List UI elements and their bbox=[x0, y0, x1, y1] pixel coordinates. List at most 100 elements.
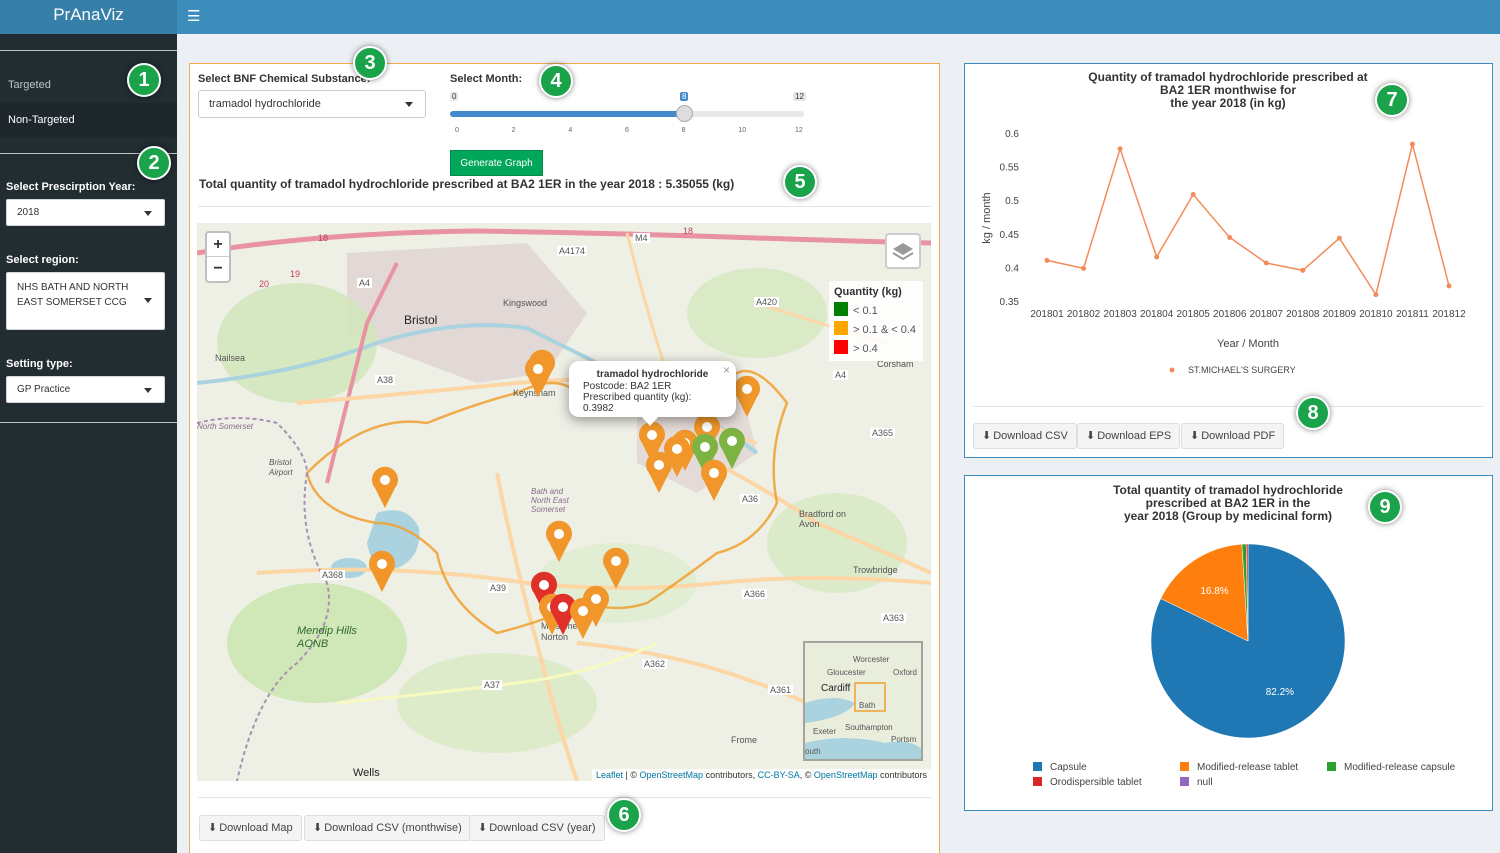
data-point[interactable] bbox=[1154, 254, 1160, 260]
data-point[interactable] bbox=[1409, 141, 1415, 147]
substance-select-value: tramadol hydrochloride bbox=[209, 98, 321, 110]
minimap-label: Cardiff bbox=[821, 683, 851, 694]
chevron-down-icon bbox=[405, 102, 413, 107]
data-point[interactable] bbox=[1336, 235, 1342, 241]
title-line: year 2018 (Group by medicinal form) bbox=[1123, 509, 1333, 523]
legend-swatch bbox=[834, 340, 848, 354]
region-select[interactable]: NHS BATH AND NORTH EAST SOMERSET CCG bbox=[6, 272, 165, 330]
legend-item[interactable]: null bbox=[1180, 777, 1213, 788]
y-tick-label: 0.6 bbox=[1005, 129, 1019, 140]
sidebar-item-non-targeted[interactable]: Non-Targeted bbox=[0, 103, 177, 137]
attribution-text: , © bbox=[799, 770, 814, 780]
leaflet-link[interactable]: Leaflet bbox=[596, 770, 623, 780]
legend-item: > 0.4 bbox=[834, 340, 918, 359]
y-tick-label: 0.45 bbox=[1000, 230, 1020, 241]
x-tick-label: 201807 bbox=[1250, 309, 1284, 320]
map-marker bbox=[719, 427, 745, 469]
layers-button[interactable] bbox=[885, 233, 921, 269]
legend-marker bbox=[1169, 367, 1175, 373]
step-badge: 8 bbox=[1296, 396, 1330, 430]
osm-link[interactable]: OpenStreetMap bbox=[640, 770, 704, 780]
minimap[interactable]: Worcester Gloucester Oxford Cardiff Bath… bbox=[803, 641, 923, 761]
download-icon: ⬇ bbox=[313, 822, 323, 834]
data-point[interactable] bbox=[1117, 146, 1123, 152]
map-marker bbox=[546, 520, 572, 562]
y-tick-label: 0.5 bbox=[1005, 196, 1019, 207]
map-marker bbox=[603, 547, 629, 589]
slider-tick-label: 2 bbox=[511, 127, 516, 134]
download-csv-year-button[interactable]: ⬇ Download CSV (year) bbox=[469, 815, 605, 841]
year-select[interactable]: 2018 bbox=[6, 199, 165, 226]
button-label: Download EPS bbox=[1097, 430, 1172, 442]
x-tick-label: 201801 bbox=[1030, 309, 1064, 320]
osm-link[interactable]: OpenStreetMap bbox=[814, 770, 878, 780]
slider-tick-label: 10 bbox=[738, 127, 747, 134]
data-point[interactable] bbox=[1300, 267, 1306, 273]
legend-label: Capsule bbox=[1050, 762, 1087, 773]
data-point[interactable] bbox=[1044, 257, 1050, 263]
chevron-down-icon bbox=[144, 211, 152, 216]
data-point[interactable] bbox=[1081, 265, 1087, 271]
minimap-label: Portsm bbox=[891, 735, 917, 744]
map-attribution: Leaflet | © OpenStreetMap contributors , … bbox=[592, 769, 931, 781]
title-line: the year 2018 (in kg) bbox=[1170, 96, 1286, 110]
legend-label: < 0.1 bbox=[853, 305, 878, 317]
button-label: Download PDF bbox=[1201, 430, 1276, 442]
slider-max-label: 12 bbox=[793, 92, 806, 101]
download-icon: ⬇ bbox=[982, 430, 992, 442]
y-tick-label: 0.4 bbox=[1005, 263, 1019, 274]
generate-graph-button[interactable]: Generate Graph bbox=[450, 150, 543, 176]
top-navbar: ☰ bbox=[177, 0, 1500, 34]
attribution-text: | © bbox=[623, 770, 640, 780]
app-logo[interactable]: PrAnaViz bbox=[0, 0, 177, 34]
map-marker bbox=[734, 375, 760, 417]
legend-swatch bbox=[1327, 762, 1336, 771]
data-point[interactable] bbox=[1263, 260, 1269, 266]
legend-swatch bbox=[1033, 762, 1042, 771]
popup-close-button[interactable]: × bbox=[723, 363, 730, 377]
slider-value-label: 8 bbox=[680, 92, 689, 101]
button-label: Download CSV bbox=[993, 430, 1068, 442]
download-icon: ⬇ bbox=[1086, 430, 1096, 442]
data-point[interactable] bbox=[1446, 283, 1452, 289]
legend-item[interactable]: Modified-release capsule bbox=[1327, 762, 1455, 773]
legend-item[interactable]: Modified-release tablet bbox=[1180, 762, 1298, 773]
legend-item[interactable]: Orodispersible tablet bbox=[1033, 777, 1142, 788]
popup-title: tramadol hydrochloride bbox=[596, 369, 709, 380]
ccby-link[interactable]: CC-BY-SA bbox=[758, 770, 800, 780]
slider-fill bbox=[450, 111, 684, 117]
minimap-label: Oxford bbox=[893, 668, 918, 677]
menu-toggle-icon[interactable]: ☰ bbox=[187, 7, 200, 25]
substance-select[interactable]: tramadol hydrochloride bbox=[198, 90, 426, 118]
divider bbox=[198, 797, 931, 798]
data-point[interactable] bbox=[1373, 292, 1379, 298]
zoom-out-button[interactable]: − bbox=[207, 257, 229, 281]
legend-label[interactable]: ST.MICHAEL'S SURGERY bbox=[1188, 365, 1296, 375]
download-pdf-button[interactable]: ⬇ Download PDF bbox=[1181, 423, 1285, 449]
slider-handle[interactable] bbox=[676, 105, 693, 122]
download-csv-button[interactable]: ⬇ Download CSV bbox=[973, 423, 1077, 449]
setting-label: Setting type: bbox=[6, 358, 73, 370]
step-badge: 3 bbox=[353, 46, 387, 80]
x-tick-label: 201806 bbox=[1213, 309, 1247, 320]
zoom-in-button[interactable]: + bbox=[207, 233, 229, 257]
download-eps-button[interactable]: ⬇ Download EPS bbox=[1077, 423, 1181, 449]
step-badge: 6 bbox=[607, 798, 641, 832]
data-point[interactable] bbox=[1190, 191, 1196, 197]
map[interactable]: Bristol Nailsea Kingswood Keynsham Corsh… bbox=[197, 223, 931, 781]
step-badge: 2 bbox=[137, 146, 171, 180]
line-chart: 0.60.550.50.450.40.35201801 201802 201803 2… bbox=[981, 129, 1466, 375]
month-slider[interactable]: 0 12 8 0 2 4 6 8 10 12 bbox=[450, 90, 806, 140]
download-csv-monthwise-button[interactable]: ⬇ Download CSV (monthwise) bbox=[304, 815, 471, 841]
attribution-text: contributors, bbox=[703, 770, 758, 780]
setting-select[interactable]: GP Practice bbox=[6, 376, 165, 403]
data-point[interactable] bbox=[1227, 234, 1233, 240]
download-map-button[interactable]: ⬇ Download Map bbox=[199, 815, 302, 841]
legend-item[interactable]: Capsule bbox=[1033, 762, 1087, 773]
map-marker bbox=[525, 355, 551, 397]
layers-icon bbox=[892, 243, 914, 261]
minimap-label: Exeter bbox=[813, 727, 837, 736]
minimap-label: Bath bbox=[859, 701, 876, 710]
popup-postcode: Postcode: BA2 1ER bbox=[583, 381, 672, 392]
divider bbox=[198, 206, 931, 207]
